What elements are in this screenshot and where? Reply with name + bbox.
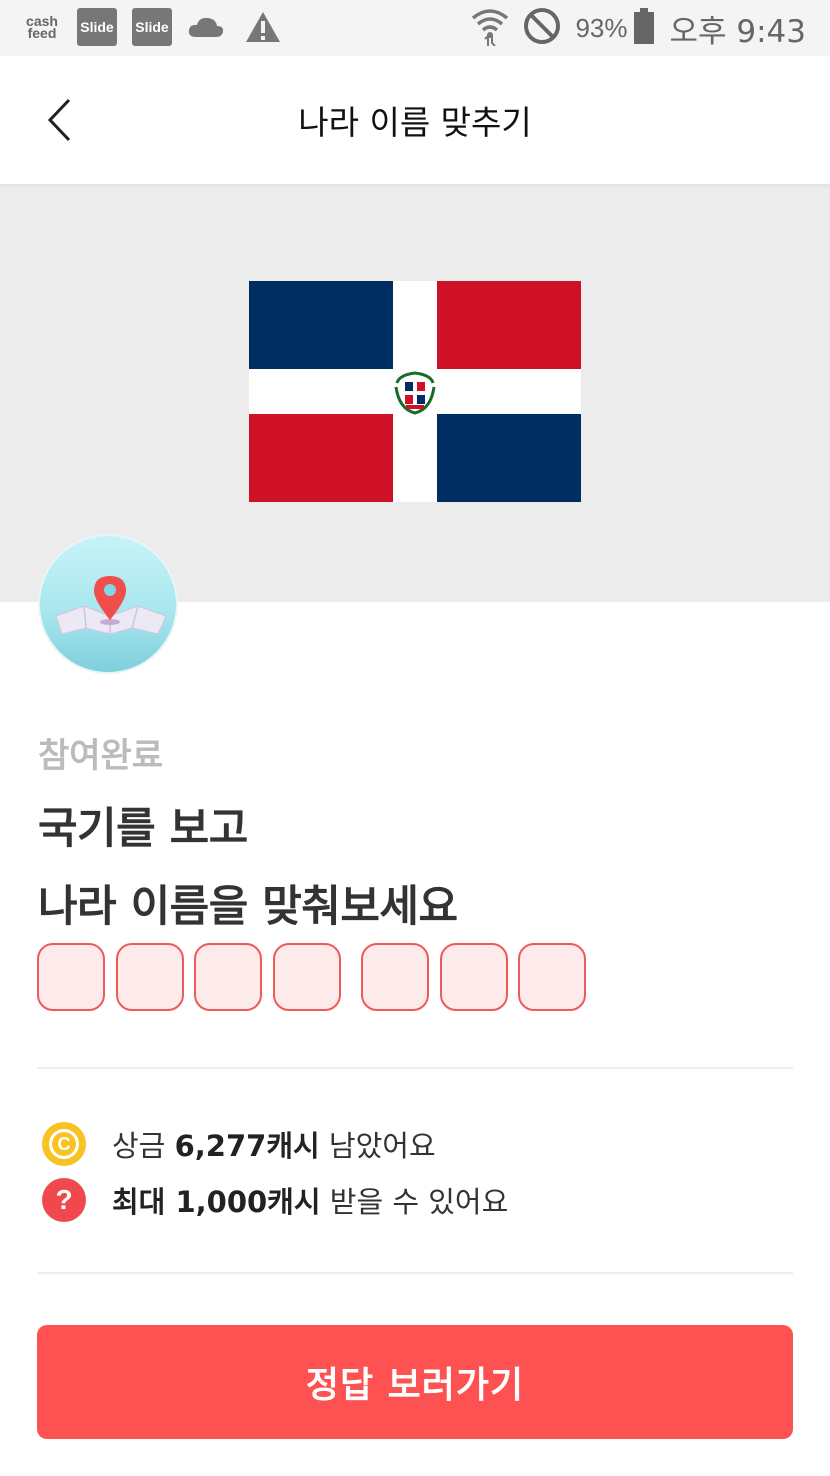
max-reward-amount: 최대 1,000캐시: [112, 1185, 321, 1219]
max-reward-info-row: ? 최대 1,000캐시 받을 수 있어요: [42, 1178, 508, 1222]
prize-prefix: 상금: [112, 1129, 175, 1163]
help-icon[interactable]: ?: [42, 1178, 86, 1222]
map-pin-avatar-icon: [38, 534, 178, 674]
warning-icon: [244, 8, 282, 46]
question-line-1: 국기를 보고: [38, 804, 248, 854]
answer-letter-box[interactable]: [361, 943, 429, 1011]
slide-app-icon: Slide: [77, 8, 117, 46]
divider: [37, 1272, 793, 1274]
answer-letter-box[interactable]: [518, 943, 586, 1011]
cloud-icon: [186, 8, 226, 46]
page-title: 나라 이름 맞추기: [298, 103, 532, 142]
participation-status: 참여완료: [38, 736, 164, 776]
clock: 오후 9:43: [669, 13, 806, 50]
prize-suffix: 남았어요: [319, 1129, 436, 1163]
app-bar: 나라 이름 맞추기: [0, 56, 830, 184]
divider: [37, 1067, 793, 1069]
prize-amount: 6,277캐시: [174, 1129, 320, 1163]
max-reward-suffix: 받을 수 있어요: [320, 1185, 509, 1219]
status-bar-right: 93% 오후 9:43: [471, 6, 806, 50]
max-reward-text: 최대 1,000캐시 받을 수 있어요: [112, 1179, 508, 1221]
wifi-icon: [471, 6, 509, 50]
prize-info-row: C 상금 6,277캐시 남았어요: [42, 1122, 436, 1166]
dominican-republic-flag-icon: [249, 281, 581, 502]
do-not-disturb-icon: [523, 7, 561, 49]
battery-icon: [633, 8, 655, 48]
cashfeed-label-line2: feed: [27, 25, 57, 41]
answer-letter-box[interactable]: [194, 943, 262, 1011]
answer-letter-box[interactable]: [37, 943, 105, 1011]
answer-letter-box[interactable]: [116, 943, 184, 1011]
answer-letter-box[interactable]: [440, 943, 508, 1011]
question-line-2: 나라 이름을 맞춰보세요: [38, 882, 458, 932]
answer-letter-box[interactable]: [273, 943, 341, 1011]
battery-percent: 93%: [575, 12, 628, 43]
slide-app-icon-2: Slide: [132, 8, 172, 46]
prize-text: 상금 6,277캐시 남았어요: [112, 1123, 436, 1165]
coin-icon-letter: C: [49, 1129, 79, 1159]
coin-icon: C: [42, 1122, 86, 1166]
view-answer-button[interactable]: 정답 보러가기: [37, 1325, 793, 1439]
cashfeed-app-icon: cash feed: [18, 8, 66, 46]
status-bar: cash feed Slide Slide 93% 오후 9:43: [0, 0, 830, 56]
